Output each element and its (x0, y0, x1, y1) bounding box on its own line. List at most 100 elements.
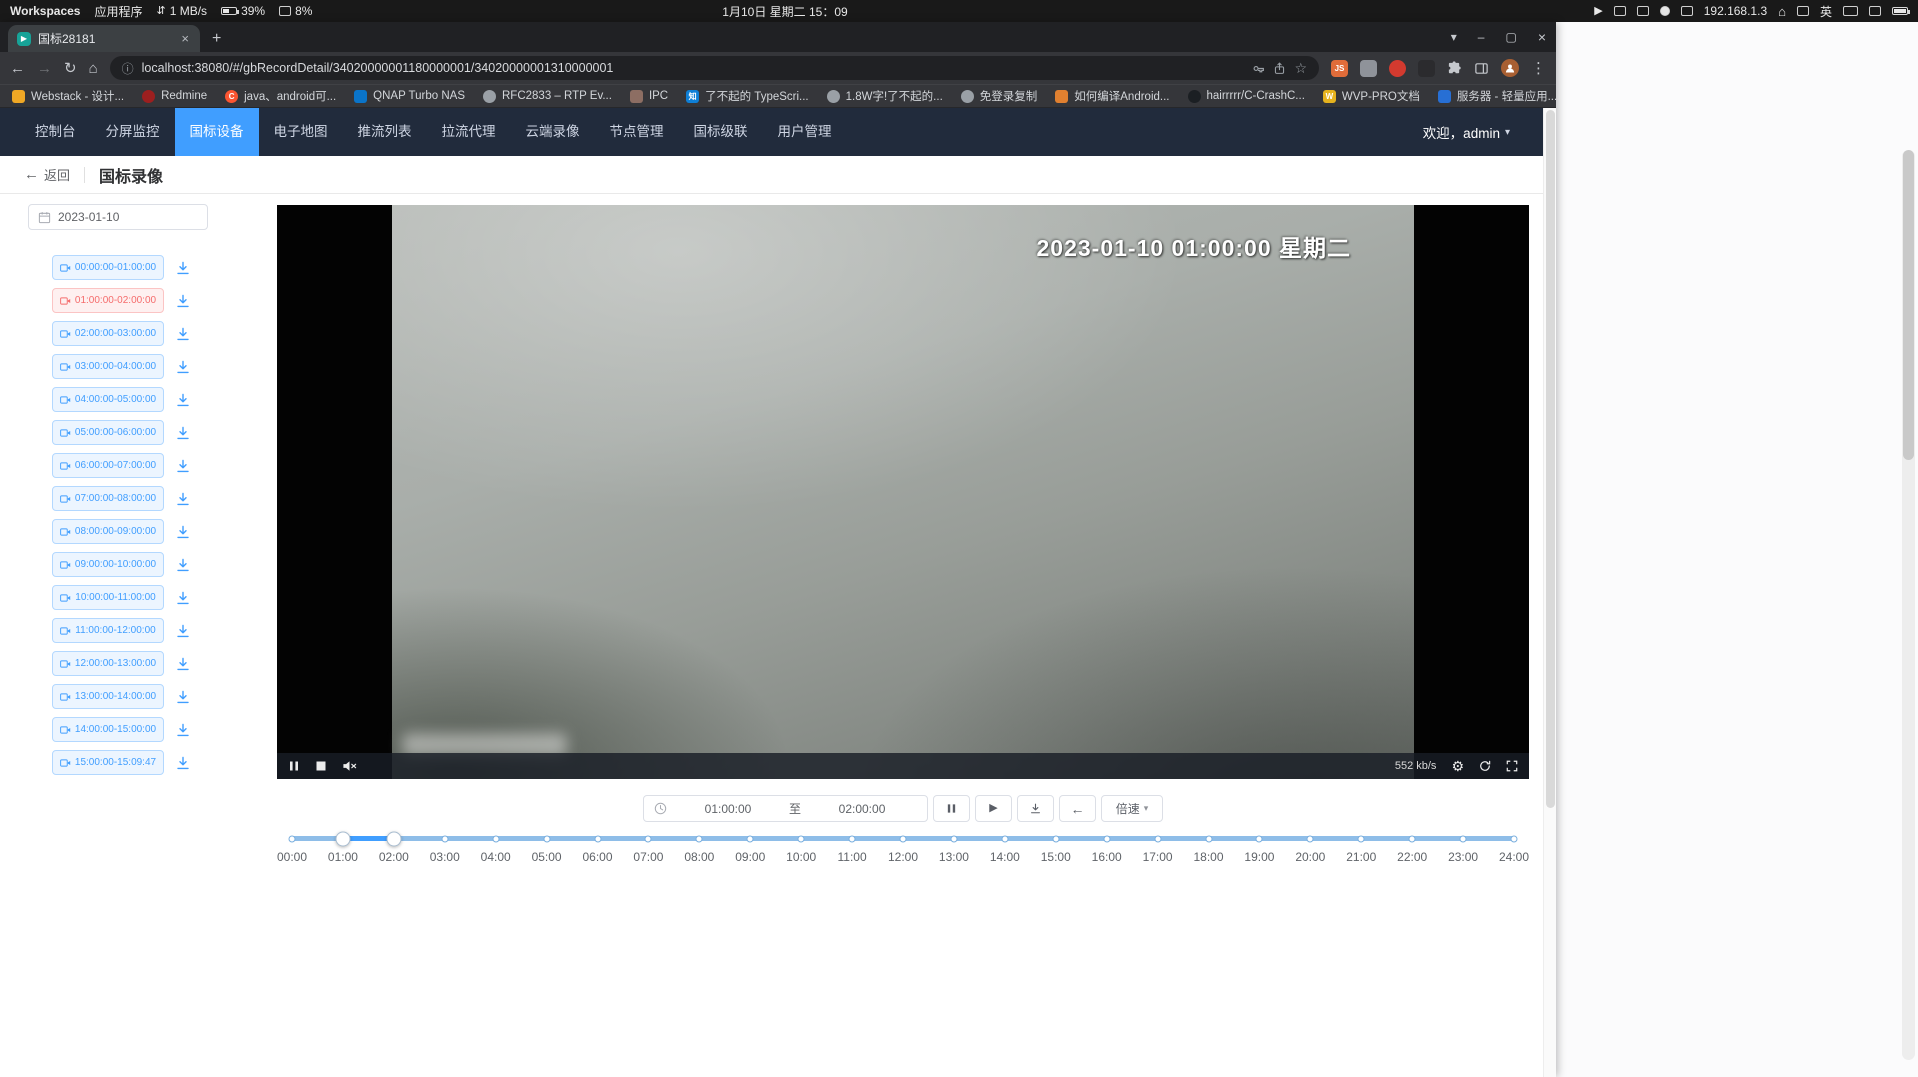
forward-button[interactable]: → (37, 61, 52, 76)
tab-search-icon[interactable]: ▾ (1451, 30, 1457, 44)
menu-kebab-icon[interactable]: ⋮ (1531, 61, 1546, 76)
new-tab-button[interactable]: + (200, 25, 233, 52)
video-surface[interactable] (392, 205, 1414, 779)
user-menu[interactable]: 欢迎，admin ▾ (1423, 122, 1510, 142)
segment-button[interactable]: 13:00:00-14:00:00 (52, 684, 164, 709)
download-button[interactable] (1017, 795, 1054, 822)
timeline-stop[interactable] (543, 835, 550, 842)
timeline-stop[interactable] (1103, 835, 1110, 842)
tools-icon[interactable] (1681, 6, 1693, 16)
keyboard-icon[interactable] (1843, 6, 1858, 16)
timeline-stop[interactable] (1409, 835, 1416, 842)
download-icon[interactable] (176, 558, 190, 572)
nav-item[interactable]: 国标级联 (679, 108, 763, 156)
download-icon[interactable] (176, 261, 190, 275)
clipboard-icon[interactable] (1637, 6, 1649, 16)
timeline-stop[interactable] (1511, 835, 1518, 842)
volume-mute-icon[interactable] (342, 760, 357, 772)
ext-js-icon[interactable]: JS (1331, 60, 1348, 77)
bookmark-item[interactable]: 知 了不起的 TypeScri... (686, 88, 809, 104)
background-scrollbar[interactable] (1902, 150, 1915, 1060)
timeline-stop[interactable] (950, 835, 957, 842)
ime-indicator[interactable]: 英 (1820, 3, 1832, 20)
nav-item[interactable]: 分屏监控 (91, 108, 175, 156)
nav-item[interactable]: 推流列表 (343, 108, 427, 156)
settings-gear-icon[interactable]: ⚙ (1451, 759, 1464, 773)
timeline-stop[interactable] (900, 835, 907, 842)
segment-button[interactable]: 14:00:00-15:00:00 (52, 717, 164, 742)
battery-status-icon[interactable] (1892, 7, 1908, 15)
date-picker[interactable]: 2023-01-10 (28, 204, 208, 230)
bookmark-item[interactable]: C java、android可... (225, 88, 336, 104)
chat-icon[interactable] (1797, 6, 1809, 16)
side-panel-icon[interactable] (1474, 61, 1489, 76)
timeline-stop[interactable] (1256, 835, 1263, 842)
share-icon[interactable] (1273, 62, 1286, 75)
bookmark-item[interactable]: W WVP-PRO文档 (1323, 88, 1420, 104)
download-icon[interactable] (176, 492, 190, 506)
bookmark-item[interactable]: QNAP Turbo NAS (354, 90, 465, 103)
skip-back-button[interactable]: ← (1059, 795, 1096, 822)
address-bar[interactable]: ⓘ localhost:38080/#/gbRecordDetail/34020… (110, 56, 1319, 80)
download-icon[interactable] (176, 426, 190, 440)
timeline-stop[interactable] (1154, 835, 1161, 842)
nav-item[interactable]: 控制台 (20, 108, 91, 156)
timeline-handle[interactable] (335, 831, 350, 846)
segment-button[interactable]: 10:00:00-11:00:00 (52, 585, 164, 610)
download-icon[interactable] (176, 756, 190, 770)
timeline-stop[interactable] (492, 835, 499, 842)
clock[interactable]: 1月10日 星期二 15：09 (722, 3, 847, 20)
timeline-stop[interactable] (1001, 835, 1008, 842)
bookmark-item[interactable]: 免登录复制 (961, 88, 1038, 104)
download-icon[interactable] (176, 525, 190, 539)
media-play-icon[interactable]: ▶ (1594, 6, 1602, 17)
segment-button[interactable]: 12:00:00-13:00:00 (52, 651, 164, 676)
end-time-value[interactable]: 02:00:00 (807, 802, 917, 816)
recorder-dot-icon[interactable] (1660, 6, 1670, 16)
bookmark-item[interactable]: RFC2833 – RTP Ev... (483, 90, 612, 103)
nav-item[interactable]: 国标设备 (175, 108, 259, 156)
background-scrollbar-thumb[interactable] (1903, 150, 1914, 460)
bookmark-item[interactable]: hairrrrr/C-CrashC... (1188, 90, 1305, 103)
download-icon[interactable] (176, 459, 190, 473)
segment-button[interactable]: 03:00:00-04:00:00 (52, 354, 164, 379)
segment-button[interactable]: 11:00:00-12:00:00 (52, 618, 164, 643)
browser-tab[interactable]: ▶ 国标28181 × (8, 25, 200, 52)
download-icon[interactable] (176, 624, 190, 638)
download-icon[interactable] (176, 690, 190, 704)
download-icon[interactable] (176, 360, 190, 374)
segment-button[interactable]: 09:00:00-10:00:00 (52, 552, 164, 577)
nav-item[interactable]: 节点管理 (595, 108, 679, 156)
ext-screenshot-icon[interactable] (1360, 60, 1377, 77)
timeline-stop[interactable] (594, 835, 601, 842)
segment-button[interactable]: 04:00:00-05:00:00 (52, 387, 164, 412)
battery-indicator[interactable]: 39% (221, 4, 265, 18)
back-button[interactable]: ← (10, 61, 25, 76)
network-indicator[interactable]: ⇵ 1 MB/s (157, 4, 208, 18)
download-icon[interactable] (176, 294, 190, 308)
timeline-stop[interactable] (696, 835, 703, 842)
window-close-button[interactable]: × (1538, 29, 1546, 45)
extensions-puzzle-icon[interactable] (1447, 61, 1462, 76)
timeline-stop[interactable] (1460, 835, 1467, 842)
back-link[interactable]: ← 返回 (24, 165, 70, 184)
tab-close-icon[interactable]: × (179, 31, 191, 46)
timeline-stop[interactable] (1307, 835, 1314, 842)
nav-item[interactable]: 云端录像 (511, 108, 595, 156)
timeline-stop[interactable] (645, 835, 652, 842)
ext-adblock-icon[interactable] (1389, 60, 1406, 77)
timeline-stop[interactable] (798, 835, 805, 842)
segment-button[interactable]: 02:00:00-03:00:00 (52, 321, 164, 346)
nav-item[interactable]: 电子地图 (259, 108, 343, 156)
page-scrollbar[interactable] (1543, 108, 1556, 1077)
download-icon[interactable] (176, 327, 190, 341)
fullscreen-icon[interactable] (1506, 760, 1518, 772)
reload-button[interactable]: ↻ (64, 61, 77, 76)
download-icon[interactable] (176, 723, 190, 737)
profile-avatar[interactable] (1501, 59, 1519, 77)
pause-icon[interactable] (288, 760, 300, 772)
home-icon[interactable]: ⌂ (1778, 5, 1786, 18)
bookmark-item[interactable]: 服务器 - 轻量应用... (1438, 88, 1556, 104)
bookmark-item[interactable]: 如何编译Android... (1055, 88, 1169, 104)
bookmark-item[interactable]: 1.8W字!了不起的... (827, 88, 943, 104)
